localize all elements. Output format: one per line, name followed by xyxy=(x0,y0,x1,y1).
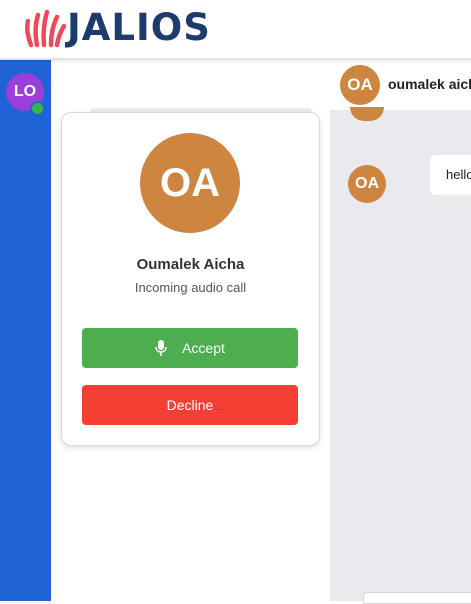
jalios-logo[interactable]: JALIOS xyxy=(23,6,211,50)
contact-name[interactable]: oumalek aicha xyxy=(388,76,471,92)
message-input[interactable] xyxy=(363,592,471,604)
online-status-indicator xyxy=(30,101,45,116)
decline-call-button[interactable]: Decline xyxy=(82,385,298,425)
accept-call-button[interactable]: Accept xyxy=(82,328,298,368)
chat-area: OA oumalek aicha OA hello xyxy=(330,60,471,604)
message-bubble: hello xyxy=(430,155,471,195)
accept-button-label: Accept xyxy=(182,340,225,356)
call-status-text: Incoming audio call xyxy=(134,280,247,295)
top-header: JALIOS xyxy=(0,0,471,60)
incoming-call-dialog: OA Oumalek Aicha Incoming audio call Acc… xyxy=(61,112,320,446)
message-sender-avatar: OA xyxy=(348,165,386,203)
left-rail: LO xyxy=(0,60,51,601)
caller-avatar: OA xyxy=(140,133,240,233)
contact-avatar[interactable]: OA xyxy=(340,65,380,105)
chat-header: OA oumalek aicha xyxy=(330,60,471,110)
decline-button-label: Decline xyxy=(166,397,214,413)
caller-name: Oumalek Aicha xyxy=(136,256,245,273)
logo-text: JALIOS xyxy=(67,6,211,49)
previous-message-avatar xyxy=(350,107,384,121)
microphone-icon xyxy=(155,340,167,356)
logo-fan-icon xyxy=(24,9,67,48)
